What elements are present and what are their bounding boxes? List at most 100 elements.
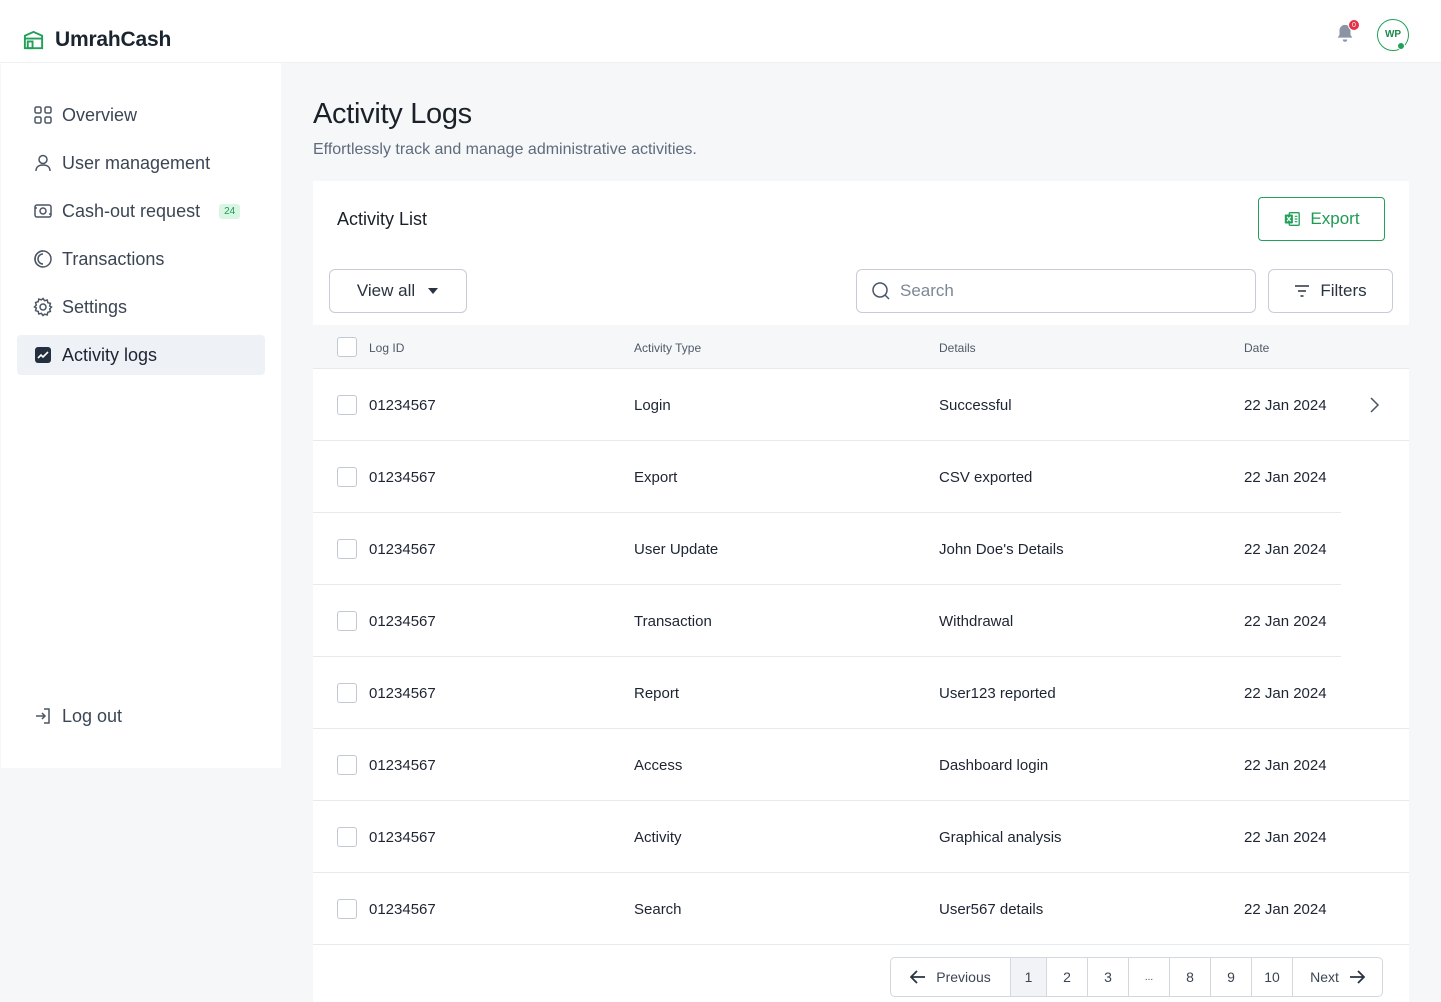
- arrow-left-icon: [910, 970, 926, 984]
- sidebar-item-cash-out-request[interactable]: Cash-out request 24: [17, 191, 265, 231]
- log-id-cell: 01234567: [369, 829, 436, 846]
- grid-icon: [34, 106, 52, 124]
- activity-type-cell: Login: [634, 397, 671, 414]
- search-icon: [872, 282, 890, 300]
- row-checkbox[interactable]: [337, 683, 357, 703]
- table-row[interactable]: 01234567 Transaction Withdrawal 22 Jan 2…: [313, 585, 1409, 657]
- date-cell: 22 Jan 2024: [1244, 397, 1327, 414]
- next-page-button[interactable]: Next: [1293, 958, 1382, 996]
- row-divider: [313, 944, 1409, 945]
- activity-type-cell: Activity: [634, 829, 682, 846]
- details-cell: Graphical analysis: [939, 829, 1062, 846]
- page-button-3[interactable]: 3: [1088, 958, 1129, 996]
- log-id-cell: 01234567: [369, 469, 436, 486]
- date-cell: 22 Jan 2024: [1244, 829, 1327, 846]
- sidebar-item-overview[interactable]: Overview: [17, 95, 265, 135]
- page-button-2[interactable]: 2: [1047, 958, 1088, 996]
- sidebar-item-transactions[interactable]: Transactions: [17, 239, 265, 279]
- caret-down-icon: [428, 288, 439, 294]
- filters-label: Filters: [1320, 281, 1367, 300]
- table-row[interactable]: 01234567 Search User567 details 22 Jan 2…: [313, 873, 1409, 945]
- details-cell: Dashboard login: [939, 757, 1049, 774]
- logout-label: Log out: [62, 705, 123, 726]
- view-all-label: View all: [356, 281, 416, 300]
- details-cell: User567 details: [939, 901, 1044, 918]
- card-title: Activity List: [337, 209, 428, 229]
- activity-type-cell: Report: [634, 685, 680, 702]
- export-button[interactable]: Export: [1258, 197, 1385, 241]
- row-checkbox[interactable]: [337, 899, 357, 919]
- pagination: Previous 1 2 3 ... 8 9 10 Next: [890, 957, 1383, 997]
- date-cell: 22 Jan 2024: [1244, 541, 1327, 558]
- activity-type-cell: Export: [634, 469, 678, 486]
- activity-type-cell: Transaction: [634, 613, 712, 630]
- view-all-dropdown[interactable]: View all: [329, 269, 467, 313]
- sidebar-item-activity-logs[interactable]: Activity logs: [17, 335, 265, 375]
- page-button-1[interactable]: 1: [1011, 958, 1047, 996]
- filters-button[interactable]: Filters: [1268, 269, 1393, 313]
- date-cell: 22 Jan 2024: [1244, 613, 1327, 630]
- logout-button[interactable]: Log out: [17, 696, 265, 736]
- log-id-cell: 01234567: [369, 685, 436, 702]
- row-checkbox[interactable]: [337, 467, 357, 487]
- sidebar-item-label: Settings: [62, 296, 128, 317]
- excel-icon: [1285, 212, 1301, 226]
- table-row[interactable]: 01234567 Access Dashboard login 22 Jan 2…: [313, 729, 1409, 801]
- notification-badge: 0: [1348, 19, 1360, 31]
- sidebar: Overview User management Cash-out reques…: [1, 63, 281, 768]
- kaaba-logo-icon: [23, 30, 44, 49]
- top-bar: UmrahCash 0 WP: [0, 0, 1441, 63]
- sidebar-item-label: Transactions: [62, 248, 165, 269]
- page-button-9[interactable]: 9: [1211, 958, 1252, 996]
- previous-page-button[interactable]: Previous: [891, 958, 1011, 996]
- column-header-details[interactable]: Details: [939, 341, 976, 355]
- row-checkbox[interactable]: [337, 611, 357, 631]
- activity-icon: [35, 347, 51, 363]
- details-cell: User123 reported: [939, 685, 1056, 702]
- previous-label: Previous: [936, 969, 991, 985]
- details-cell: Withdrawal: [939, 613, 1014, 630]
- row-checkbox[interactable]: [337, 755, 357, 775]
- table-row[interactable]: 01234567 Login Successful 22 Jan 2024: [313, 369, 1409, 441]
- settings-icon: [33, 297, 53, 317]
- table-row[interactable]: 01234567 Export CSV exported 22 Jan 2024: [313, 441, 1409, 513]
- column-header-log-id[interactable]: Log ID: [369, 341, 404, 355]
- select-all-checkbox[interactable]: [337, 337, 357, 357]
- date-cell: 22 Jan 2024: [1244, 685, 1327, 702]
- arrow-right-icon: [1349, 970, 1365, 984]
- date-cell: 22 Jan 2024: [1244, 757, 1327, 774]
- log-id-cell: 01234567: [369, 541, 436, 558]
- search-box: [856, 269, 1256, 313]
- sidebar-item-label: User management: [62, 152, 211, 173]
- row-checkbox[interactable]: [337, 395, 357, 415]
- column-header-activity-type[interactable]: Activity Type: [634, 341, 701, 355]
- row-checkbox[interactable]: [337, 539, 357, 559]
- sidebar-item-user-management[interactable]: User management: [17, 143, 265, 183]
- app-logo[interactable]: UmrahCash: [22, 28, 171, 52]
- details-cell: Successful: [939, 397, 1012, 414]
- page-button-10[interactable]: 10: [1252, 958, 1293, 996]
- cash-out-count-badge: 24: [219, 203, 241, 219]
- details-cell: John Doe's Details: [939, 541, 1064, 558]
- row-checkbox[interactable]: [337, 827, 357, 847]
- app-name: UmrahCash: [55, 28, 172, 51]
- sidebar-item-label: Activity logs: [62, 344, 158, 365]
- page-button-8[interactable]: 8: [1170, 958, 1211, 996]
- online-status-dot: [1397, 42, 1405, 50]
- logout-icon: [36, 708, 50, 724]
- activity-list-card: Activity List Export View all Filters Lo…: [313, 181, 1409, 1002]
- activity-type-cell: User Update: [634, 541, 719, 558]
- table-row[interactable]: 01234567 User Update John Doe's Details …: [313, 513, 1409, 585]
- filter-icon: [1295, 285, 1310, 297]
- chevron-right-icon[interactable]: [1367, 395, 1381, 415]
- table-row[interactable]: 01234567 Activity Graphical analysis 22 …: [313, 801, 1409, 873]
- user-icon: [35, 154, 51, 172]
- column-header-date[interactable]: Date: [1244, 341, 1269, 355]
- next-label: Next: [1310, 969, 1339, 985]
- log-id-cell: 01234567: [369, 397, 436, 414]
- search-input[interactable]: [900, 281, 1240, 301]
- sidebar-item-label: Cash-out request: [62, 200, 201, 221]
- sidebar-item-settings[interactable]: Settings: [17, 287, 265, 327]
- table-row[interactable]: 01234567 Report User123 reported 22 Jan …: [313, 657, 1409, 729]
- log-id-cell: 01234567: [369, 901, 436, 918]
